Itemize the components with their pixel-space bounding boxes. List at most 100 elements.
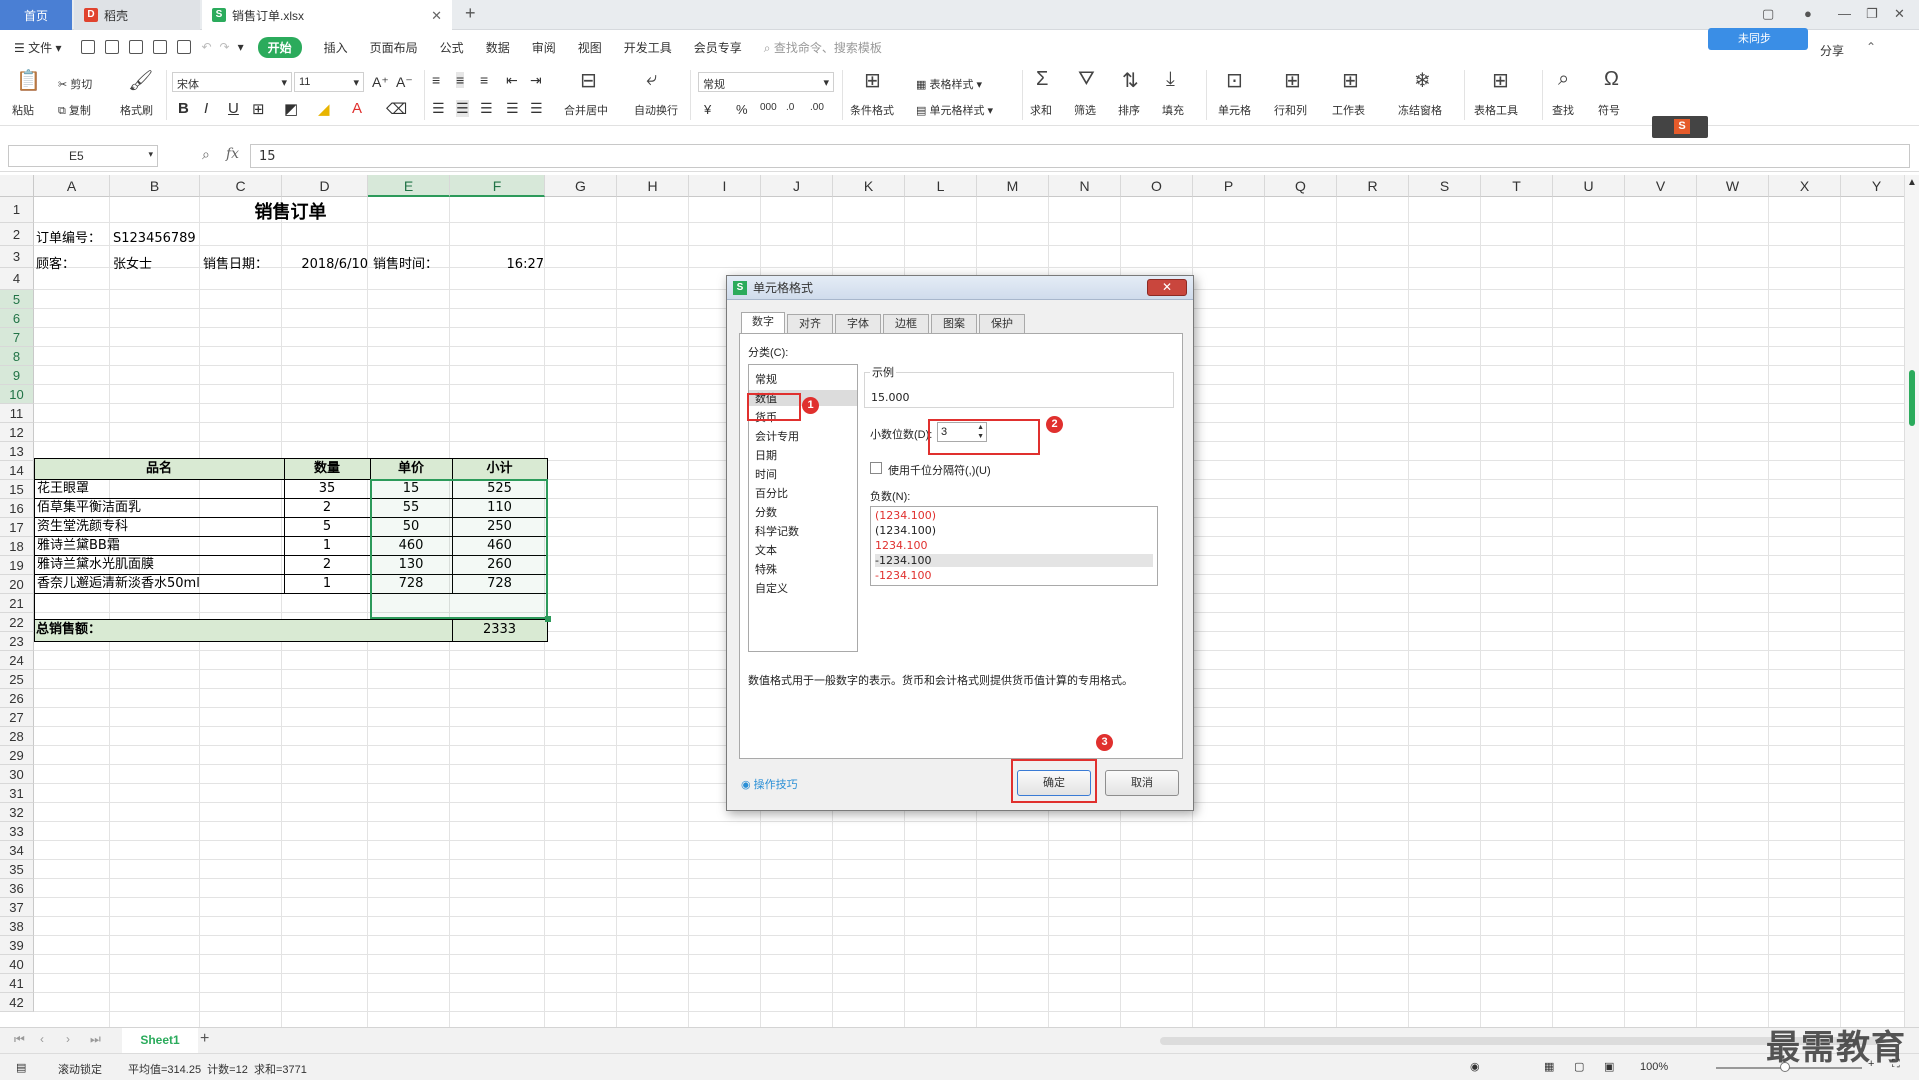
row-header-7[interactable]: 7: [0, 328, 34, 347]
tab-document[interactable]: S 销售订单.xlsx ✕: [202, 0, 452, 30]
row-header-26[interactable]: 26: [0, 689, 34, 708]
cell-style-button[interactable]: ▤ 单元格样式 ▾: [916, 102, 993, 118]
normal-view-icon[interactable]: ▦: [1544, 1060, 1554, 1073]
merge-center-button[interactable]: 合并居中: [564, 102, 608, 118]
time-value[interactable]: 16:27: [452, 254, 544, 276]
menu-view[interactable]: 视图: [578, 39, 602, 56]
row-header-35[interactable]: 35: [0, 860, 34, 879]
item-qty-cell[interactable]: 1: [284, 536, 370, 555]
menu-insert[interactable]: 插入: [324, 39, 348, 56]
zoom-level[interactable]: 100%: [1640, 1061, 1668, 1073]
row-header-3[interactable]: 3: [0, 246, 34, 268]
row-header-28[interactable]: 28: [0, 727, 34, 746]
item-name-cell[interactable]: 香奈儿邂逅清新淡香水50ml: [37, 574, 282, 593]
wrap-text-icon[interactable]: ⤶: [646, 68, 657, 91]
category-item[interactable]: 百分比: [755, 485, 788, 501]
menu-review[interactable]: 审阅: [532, 39, 556, 56]
negative-format-option[interactable]: (1234.100): [875, 524, 1153, 537]
prev-sheet-icon[interactable]: ‹: [40, 1032, 44, 1046]
find-icon[interactable]: ⌕: [1558, 68, 1569, 91]
row-header-42[interactable]: 42: [0, 993, 34, 1012]
item-qty-cell[interactable]: 2: [284, 498, 370, 517]
time-label[interactable]: 销售时间：: [373, 254, 438, 276]
column-header-V[interactable]: V: [1625, 175, 1697, 197]
wrap-text-button[interactable]: 自动换行: [634, 102, 678, 118]
new-doc-icon[interactable]: [81, 40, 96, 54]
negative-format-option[interactable]: -1234.100: [875, 569, 1153, 582]
item-qty-cell[interactable]: 35: [284, 479, 370, 498]
row-header-17[interactable]: 17: [0, 518, 34, 537]
align-right-icon[interactable]: ☰: [480, 100, 493, 117]
freeze-button[interactable]: 冻结窗格: [1398, 102, 1442, 118]
indent-increase-icon[interactable]: ⇥: [530, 72, 542, 89]
new-tab-button[interactable]: +: [465, 3, 476, 24]
column-header-E[interactable]: E: [368, 175, 450, 197]
currency-icon[interactable]: ¥: [704, 102, 711, 117]
header-name[interactable]: 品名: [34, 458, 284, 480]
more-icon[interactable]: ▾: [238, 40, 244, 54]
category-item[interactable]: 自定义: [755, 580, 788, 596]
underline-icon[interactable]: U: [228, 100, 239, 117]
menu-home[interactable]: 开始: [257, 36, 302, 58]
merge-center-icon[interactable]: ⊟: [580, 68, 597, 93]
font-size-select[interactable]: 11 ▾: [294, 72, 364, 92]
column-header-M[interactable]: M: [977, 175, 1049, 197]
row-header-20[interactable]: 20: [0, 575, 34, 594]
select-all-corner[interactable]: [0, 175, 34, 197]
category-item[interactable]: 会计专用: [755, 428, 799, 444]
command-search[interactable]: ⌕ 查找命令、搜索模板: [764, 39, 882, 56]
cancel-button[interactable]: 取消: [1105, 770, 1179, 796]
menu-member[interactable]: 会员专享: [694, 39, 742, 56]
column-header-F[interactable]: F: [450, 175, 545, 197]
print-preview-icon[interactable]: [177, 40, 192, 54]
thousands-icon[interactable]: 000: [760, 102, 777, 113]
last-sheet-icon[interactable]: ⏭: [90, 1032, 101, 1047]
row-header-33[interactable]: 33: [0, 822, 34, 841]
name-box[interactable]: E5 ▾: [8, 145, 158, 167]
category-item[interactable]: 常规: [755, 371, 777, 387]
item-name-cell[interactable]: 资生堂洗颜专科: [37, 517, 282, 536]
align-top-icon[interactable]: ≡: [432, 72, 440, 88]
row-header-39[interactable]: 39: [0, 936, 34, 955]
column-header-Y[interactable]: Y: [1841, 175, 1904, 197]
minimize-icon[interactable]: —: [1838, 6, 1851, 21]
close-window-icon[interactable]: ✕: [1894, 6, 1905, 22]
row-header-12[interactable]: 12: [0, 423, 34, 442]
item-qty-cell[interactable]: 5: [284, 517, 370, 536]
tab-protection[interactable]: 保护: [979, 314, 1025, 334]
item-name-cell[interactable]: 雅诗兰黛BB霜: [37, 536, 282, 555]
item-name-cell[interactable]: 雅诗兰黛水光肌面膜: [37, 555, 282, 574]
row-header-1[interactable]: 1: [0, 197, 34, 223]
row-header-14[interactable]: 14: [0, 461, 34, 480]
filter-icon[interactable]: ⛛: [1078, 68, 1095, 91]
header-subtotal[interactable]: 小计: [452, 458, 547, 480]
format-painter-button[interactable]: 格式刷: [120, 102, 153, 118]
dialog-close-button[interactable]: ✕: [1147, 279, 1187, 296]
item-qty-cell[interactable]: 1: [284, 574, 370, 593]
fill-handle[interactable]: [545, 616, 551, 622]
table-tools-button[interactable]: 表格工具: [1474, 102, 1518, 118]
header-qty[interactable]: 数量: [284, 458, 370, 480]
tab-alignment[interactable]: 对齐: [787, 314, 833, 334]
menu-developer[interactable]: 开发工具: [624, 39, 672, 56]
vertical-scrollbar[interactable]: ▲: [1904, 175, 1919, 1027]
cell-button[interactable]: 单元格: [1218, 102, 1251, 118]
table-style-button[interactable]: ▦ 表格样式 ▾: [916, 76, 982, 92]
menu-page-layout[interactable]: 页面布局: [370, 39, 418, 56]
row-header-25[interactable]: 25: [0, 670, 34, 689]
row-header-27[interactable]: 27: [0, 708, 34, 727]
category-item[interactable]: 分数: [755, 504, 777, 520]
row-header-37[interactable]: 37: [0, 898, 34, 917]
row-header-38[interactable]: 38: [0, 917, 34, 936]
sum-icon[interactable]: Σ: [1036, 68, 1048, 91]
negative-format-option[interactable]: 1234.100: [875, 539, 1153, 552]
sum-button[interactable]: 求和: [1030, 102, 1052, 118]
sheet-tab-sheet1[interactable]: Sheet1: [122, 1028, 198, 1053]
column-header-J[interactable]: J: [761, 175, 833, 197]
row-header-10[interactable]: 10: [0, 385, 34, 404]
column-header-O[interactable]: O: [1121, 175, 1193, 197]
floating-toolbar[interactable]: S: [1652, 116, 1708, 138]
undo-icon[interactable]: ↶: [201, 40, 211, 54]
header-price[interactable]: 单价: [370, 458, 452, 480]
negative-format-option[interactable]: (1234.100): [875, 509, 1153, 522]
